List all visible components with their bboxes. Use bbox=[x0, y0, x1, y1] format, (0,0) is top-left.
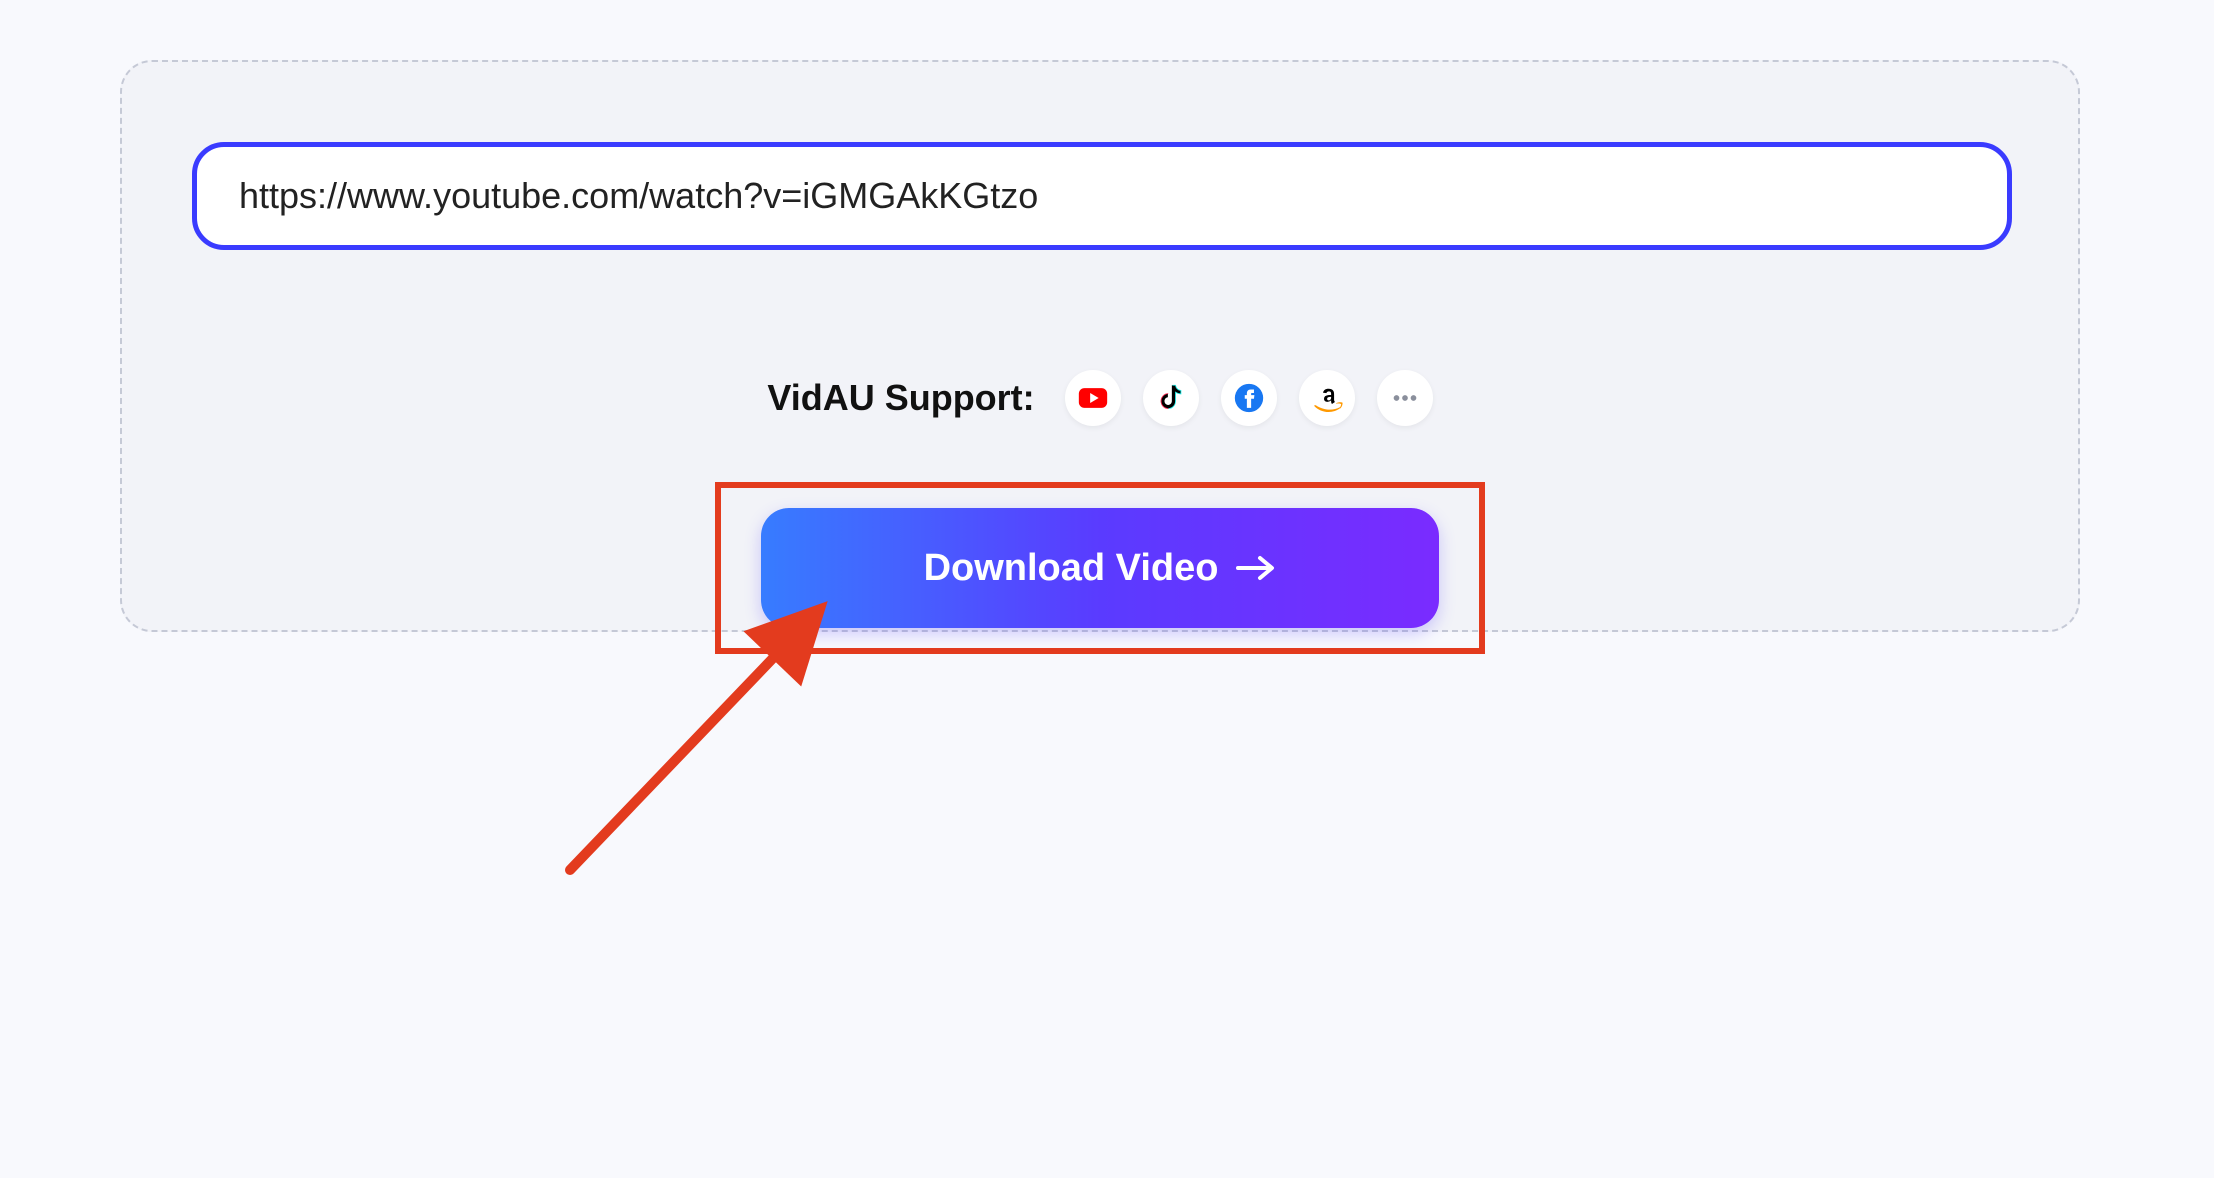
download-video-label: Download Video bbox=[924, 547, 1219, 590]
arrow-right-icon bbox=[1236, 554, 1276, 582]
more-icon[interactable] bbox=[1377, 370, 1433, 426]
supports-row: VidAU Support: bbox=[122, 370, 2078, 426]
youtube-icon bbox=[1065, 370, 1121, 426]
download-highlight-box: Download Video bbox=[715, 482, 1485, 654]
amazon-icon bbox=[1299, 370, 1355, 426]
facebook-icon bbox=[1221, 370, 1277, 426]
url-input[interactable] bbox=[192, 142, 2012, 250]
supports-label: VidAU Support: bbox=[767, 377, 1034, 419]
download-video-button[interactable]: Download Video bbox=[761, 508, 1439, 628]
download-card: VidAU Support: bbox=[120, 60, 2080, 632]
tiktok-icon bbox=[1143, 370, 1199, 426]
